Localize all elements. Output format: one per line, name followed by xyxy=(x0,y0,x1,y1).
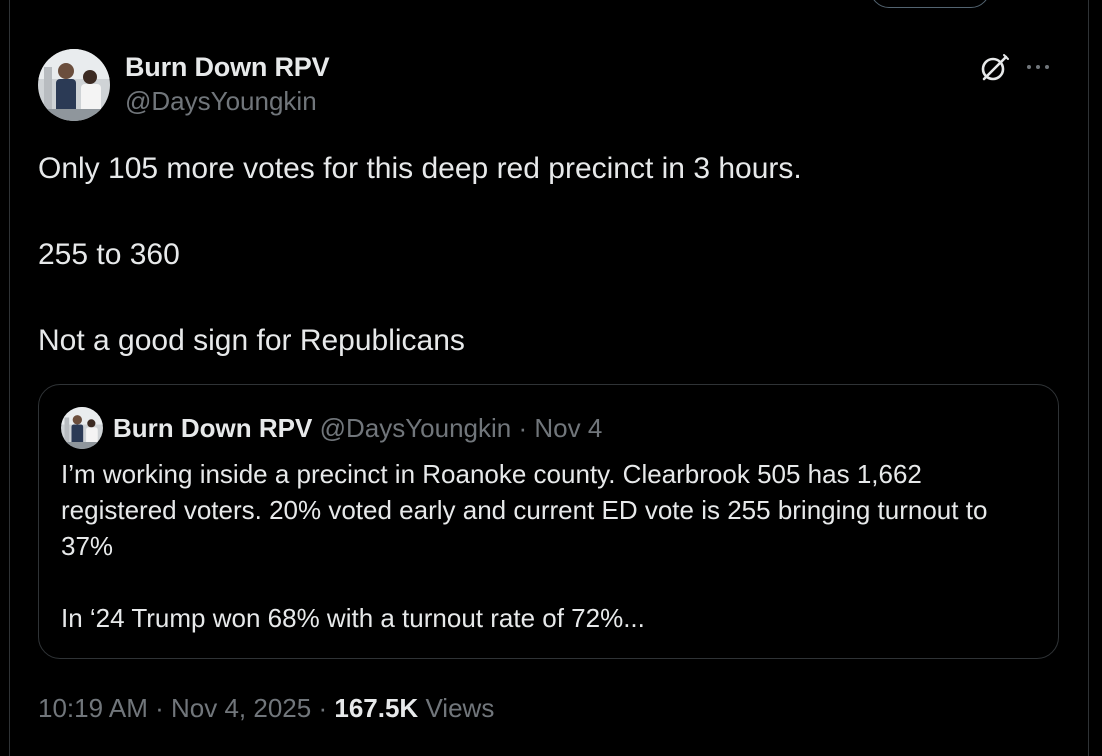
meta-separator: · xyxy=(318,693,328,723)
meta-separator: · xyxy=(155,693,164,723)
tweet-date[interactable]: Nov 4, 2025 xyxy=(171,693,311,723)
quoted-text: I’m working inside a precinct in Roanoke… xyxy=(61,456,1041,636)
grok-icon[interactable] xyxy=(978,52,1010,84)
more-dot xyxy=(1027,65,1031,69)
quoted-line: In ‘24 Trump won 68% with a turnout rate… xyxy=(61,603,645,633)
author-block: Burn Down RPV @DaysYoungkin xyxy=(125,50,330,118)
quoted-line: I’m working inside a precinct in Roanoke… xyxy=(61,459,988,561)
tweet-line: Not a good sign for Republicans xyxy=(38,324,465,357)
tweet-line: Only 105 more votes for this deep red pr… xyxy=(38,152,802,185)
quoted-header: Burn Down RPV @DaysYoungkin · Nov 4 xyxy=(113,411,602,445)
more-icon[interactable] xyxy=(1027,60,1057,74)
quoted-avatar xyxy=(61,407,103,449)
quoted-separator: · xyxy=(518,413,528,443)
avatar[interactable] xyxy=(38,49,110,121)
quoted-tweet-card[interactable]: Burn Down RPV @DaysYoungkin · Nov 4 I’m … xyxy=(38,384,1059,659)
tweet-time[interactable]: 10:19 AM xyxy=(38,693,148,723)
tweet-text: Only 105 more votes for this deep red pr… xyxy=(38,147,1058,362)
views-count[interactable]: 167.5K xyxy=(334,693,418,723)
views-label: Views xyxy=(425,693,495,723)
tweet-line: 255 to 360 xyxy=(38,238,180,271)
column-border-right xyxy=(1088,0,1089,756)
quoted-handle: @DaysYoungkin xyxy=(319,413,512,443)
more-dot xyxy=(1045,65,1049,69)
tweet-detail-page: Burn Down RPV @DaysYoungkin Only 105 mor… xyxy=(0,0,1102,756)
handle[interactable]: @DaysYoungkin xyxy=(125,84,329,118)
display-name[interactable]: Burn Down RPV xyxy=(125,50,330,84)
more-dot xyxy=(1036,65,1040,69)
quoted-date: Nov 4 xyxy=(534,413,603,443)
quoted-display-name: Burn Down RPV xyxy=(113,413,313,443)
column-border-left xyxy=(9,0,10,756)
tweet-meta: 10:19 AM · Nov 4, 2025 · 167.5K Views xyxy=(38,690,494,726)
top-button-partial[interactable] xyxy=(870,0,990,8)
